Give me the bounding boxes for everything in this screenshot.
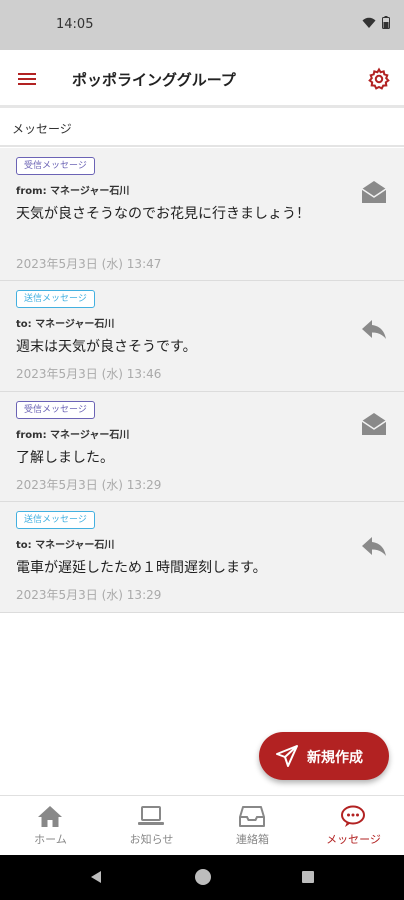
recents-icon[interactable] bbox=[300, 869, 316, 885]
status-icons bbox=[362, 16, 390, 29]
home-icon bbox=[38, 806, 62, 827]
message-list: 受信メッセージ from: マネージャー石川 天気が良さそうなのでお花見に行きま… bbox=[0, 148, 404, 613]
reply-icon bbox=[362, 320, 386, 339]
page-title: ポッポラインググループ bbox=[72, 71, 236, 89]
nav-messages-label: メッセージ bbox=[326, 833, 381, 846]
new-message-label: 新規作成 bbox=[307, 750, 363, 766]
message-party: from: マネージャー石川 bbox=[16, 429, 130, 441]
section-title: メッセージ bbox=[12, 122, 72, 136]
message-text: 週末は天気が良さそうです。 bbox=[16, 339, 197, 355]
message-time: 2023年5月3日 (水) 13:29 bbox=[16, 588, 162, 602]
message-item[interactable]: 受信メッセージ from: マネージャー石川 天気が良さそうなのでお花見に行きま… bbox=[0, 148, 404, 281]
message-party: to: マネージャー石川 bbox=[16, 319, 115, 330]
new-message-button[interactable]: 新規作成 bbox=[259, 732, 389, 780]
send-icon bbox=[276, 745, 298, 767]
bottom-nav: ホーム お知らせ 連絡箱 メッセージ bbox=[0, 795, 404, 855]
hamburger-menu-icon[interactable] bbox=[16, 68, 38, 90]
message-text: 了解しました。 bbox=[16, 449, 114, 466]
nav-home-label: ホーム bbox=[34, 833, 67, 846]
sent-badge: 送信メッセージ bbox=[16, 511, 95, 529]
sent-badge: 送信メッセージ bbox=[16, 290, 95, 308]
nav-contact-label: 連絡箱 bbox=[236, 833, 269, 846]
message-item[interactable]: 受信メッセージ from: マネージャー石川 了解しました。 2023年5月3日… bbox=[0, 391, 404, 502]
received-badge: 受信メッセージ bbox=[16, 157, 95, 175]
back-icon[interactable] bbox=[88, 869, 104, 885]
received-badge: 受信メッセージ bbox=[16, 400, 95, 419]
message-time: 2023年5月3日 (水) 13:46 bbox=[16, 367, 162, 381]
envelope-icon bbox=[361, 181, 387, 203]
section-header: メッセージ bbox=[0, 111, 404, 147]
wifi-icon bbox=[362, 17, 376, 28]
message-time: 2023年5月3日 (水) 13:47 bbox=[16, 257, 162, 271]
laptop-icon bbox=[138, 806, 164, 825]
status-time: 14:05 bbox=[56, 17, 94, 32]
message-item[interactable]: 送信メッセージ to: マネージャー石川 週末は天気が良さそうです。 2023年… bbox=[0, 281, 404, 392]
message-text: 電車が遅延したため１時間遅刻します。 bbox=[16, 560, 267, 576]
chat-bubble-icon bbox=[341, 805, 365, 827]
status-bar: 14:05 bbox=[0, 0, 404, 50]
app-header: ポッポラインググループ bbox=[0, 50, 404, 108]
envelope-icon bbox=[361, 412, 387, 435]
nav-home[interactable]: ホーム bbox=[0, 796, 101, 856]
message-item[interactable]: 送信メッセージ to: マネージャー石川 電車が遅延したため１時間遅刻します。 … bbox=[0, 502, 404, 613]
gear-icon[interactable] bbox=[367, 67, 391, 91]
inbox-icon bbox=[239, 806, 265, 827]
home-circle-icon[interactable] bbox=[193, 867, 213, 887]
system-nav-bar bbox=[0, 855, 404, 900]
nav-contact[interactable]: 連絡箱 bbox=[202, 796, 303, 856]
reply-icon bbox=[362, 537, 386, 556]
message-text: 天気が良さそうなのでお花見に行きましょう！ bbox=[16, 206, 310, 222]
message-party: from: マネージャー石川 bbox=[16, 186, 130, 197]
nav-notice[interactable]: お知らせ bbox=[101, 796, 202, 856]
message-time: 2023年5月3日 (水) 13:29 bbox=[16, 477, 162, 492]
nav-notice-label: お知らせ bbox=[129, 833, 174, 846]
message-party: to: マネージャー石川 bbox=[16, 540, 115, 551]
battery-icon bbox=[382, 16, 390, 29]
nav-messages[interactable]: メッセージ bbox=[303, 796, 404, 856]
